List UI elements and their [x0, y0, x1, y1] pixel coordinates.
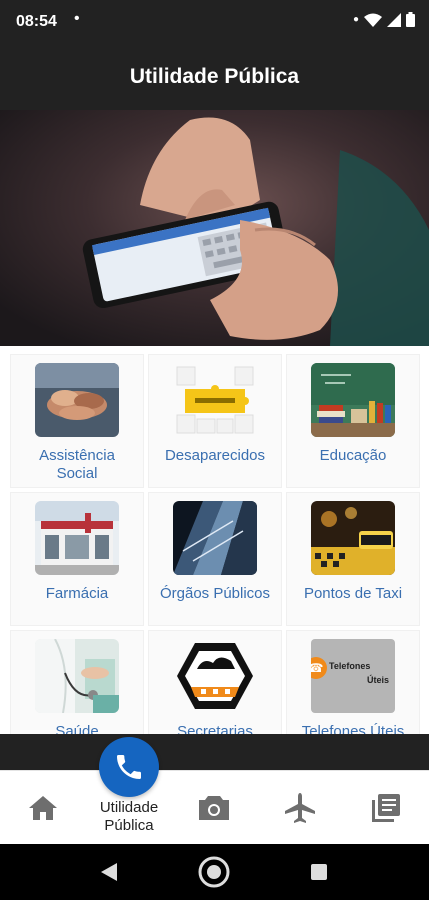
tile-label: Educação [319, 447, 387, 464]
nav-home[interactable] [0, 771, 86, 845]
signal-icon [387, 12, 401, 27]
status-icons: ● [353, 12, 415, 27]
battery-icon [406, 12, 415, 27]
dot-icon: ● [352, 14, 359, 25]
nav-camera[interactable] [171, 771, 257, 845]
app-bar: Utilidade Pública [0, 44, 429, 110]
nav-library[interactable] [343, 771, 429, 845]
status-time: 08:54 [16, 13, 57, 30]
bottom-navigation [0, 770, 429, 844]
nav-active-label[interactable]: Utilidade Pública [79, 799, 179, 835]
card-text-line1: Telefones [329, 661, 371, 671]
services-grid: Assistência Social Desaparecidos Educaçã… [10, 354, 420, 734]
pharmacy-building-icon [35, 501, 119, 575]
phone-icon [117, 755, 141, 779]
page-title: Utilidade Pública [129, 65, 300, 88]
nav-airplane[interactable] [257, 771, 343, 845]
tile-educacao[interactable]: Educação [286, 354, 420, 488]
doctor-stethoscope-icon [35, 639, 119, 713]
home-circle-icon[interactable] [198, 856, 230, 888]
tile-label: Telefones Úteis [301, 723, 405, 734]
nav-utilidade-publica-button[interactable] [99, 737, 159, 797]
phone-card-icon: ☎ Telefones Úteis [311, 639, 395, 713]
tile-assistencia-social[interactable]: Assistência Social [10, 354, 144, 488]
tile-telefones-uteis[interactable]: ☎ Telefones Úteis Telefones Úteis [286, 630, 420, 734]
tile-label: Pontos de Taxi [303, 585, 403, 602]
airplane-icon [285, 793, 315, 823]
back-icon[interactable] [100, 862, 118, 882]
card-text-line2: Úteis [366, 675, 389, 685]
tile-pontos-de-taxi[interactable]: Pontos de Taxi [286, 492, 420, 626]
phone-in-hands-illustration [0, 110, 429, 346]
skyscraper-icon [173, 501, 257, 575]
status-bar: 08:54 • ● [0, 0, 429, 44]
tile-orgaos-publicos[interactable]: Órgãos Públicos [148, 492, 282, 626]
taxi-sign-icon [311, 501, 395, 575]
home-icon [29, 796, 57, 820]
wifi-icon [364, 13, 382, 27]
hero-image [0, 110, 429, 346]
camera-icon [199, 796, 229, 820]
hands-together-icon [35, 363, 119, 437]
system-navigation-bar [0, 844, 429, 900]
phone-badge-icon: ☎ [311, 657, 327, 679]
recents-icon[interactable] [310, 863, 328, 881]
tile-label: Farmácia [45, 585, 109, 602]
tile-label: Órgãos Públicos [159, 585, 271, 602]
tile-saude[interactable]: Saúde [10, 630, 144, 734]
hexagon-gear-icon [173, 639, 257, 713]
tile-label: Saúde [55, 723, 99, 734]
tile-desaparecidos[interactable]: Desaparecidos [148, 354, 282, 488]
library-icon [372, 794, 400, 822]
notification-dot: • [74, 10, 80, 27]
tile-label: Secretarias [177, 723, 253, 734]
puzzle-icon [173, 363, 257, 437]
tile-label: Assistência Social [39, 447, 115, 482]
tile-farmacia[interactable]: Farmácia [10, 492, 144, 626]
tile-label: Desaparecidos [164, 447, 266, 464]
tile-secretarias[interactable]: Secretarias [148, 630, 282, 734]
chalkboard-books-icon [311, 363, 395, 437]
services-grid-area: Assistência Social Desaparecidos Educaçã… [0, 346, 429, 734]
